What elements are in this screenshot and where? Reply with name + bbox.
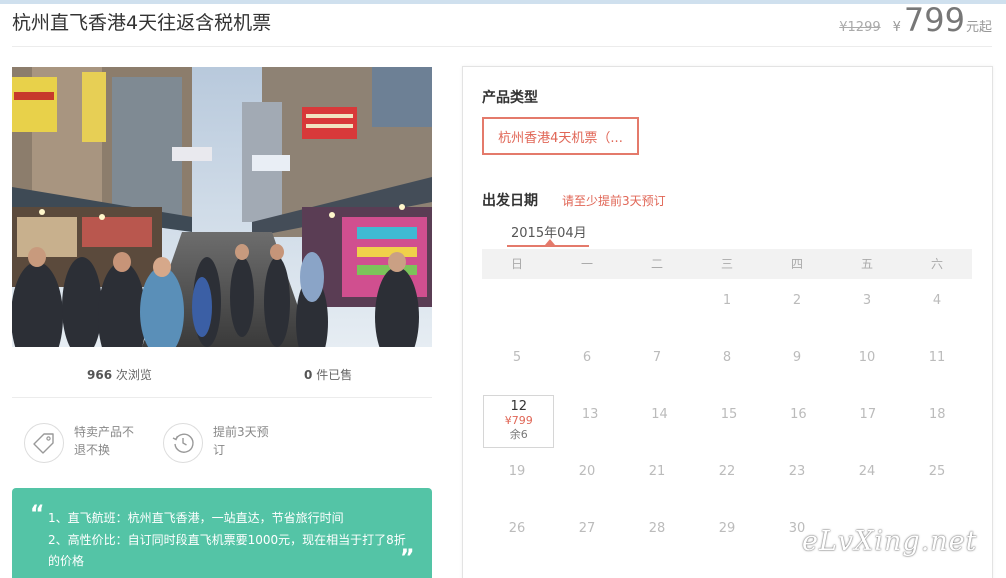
weekday-header: 日一二三四五六 xyxy=(482,249,972,279)
highlight-line-1: 1、直飞航班：杭州直飞香港，一站直达，节省旅行时间 xyxy=(48,511,344,525)
month-tab-underline xyxy=(507,245,589,247)
calendar-grid: 1 2 3 4 5 6 7 8 9 10 11 12 ¥799 余6 13 14 15 16 17 18 19 20 21 2… xyxy=(482,279,972,564)
stats-divider xyxy=(12,397,432,398)
calendar-day[interactable]: 2 xyxy=(762,279,832,336)
price-unit: 元起 xyxy=(965,20,992,35)
calendar-day[interactable]: 5 xyxy=(482,336,552,393)
price-tag-icon xyxy=(24,423,64,463)
calendar-day-available[interactable]: 12 ¥799 余6 xyxy=(483,395,555,448)
sold-label: 件已售 xyxy=(316,368,353,382)
header-divider xyxy=(12,46,992,47)
month-tab-caret xyxy=(545,239,555,245)
feature-no-refund-text: 特卖产品不退不换 xyxy=(74,425,135,457)
current-price: 799 xyxy=(903,1,965,39)
calendar-day[interactable]: 6 xyxy=(552,336,622,393)
product-type-label: 产品类型 xyxy=(482,90,538,106)
quote-close: ” xyxy=(400,546,415,571)
original-price: ¥1299 xyxy=(839,20,881,35)
sold-stat: 0 件已售 xyxy=(304,366,352,383)
views-count: 966 xyxy=(87,368,113,382)
calendar-day[interactable]: 21 xyxy=(622,450,692,507)
calendar-day[interactable]: 14 xyxy=(625,393,694,450)
weekday-label: 日 xyxy=(510,257,523,271)
highlights-box: “ 1、直飞航班：杭州直飞香港，一站直达，节省旅行时间 2、高性价比：自订同时段… xyxy=(12,488,432,578)
watermark: eLvXing.net xyxy=(802,526,978,557)
weekday-label: 四 xyxy=(790,257,803,271)
calendar-day[interactable]: 29 xyxy=(692,507,762,564)
calendar-day[interactable]: 28 xyxy=(622,507,692,564)
product-title: 杭州直飞香港4天往返含税机票 xyxy=(12,12,272,34)
weekday-label: 三 xyxy=(720,257,733,271)
feature-no-refund: 特卖产品不退不换 xyxy=(24,423,140,465)
calendar-empty-cell xyxy=(552,279,622,336)
views-stat: 966 次浏览 xyxy=(87,366,152,383)
booking-panel: 产品类型 杭州香港4天机票（... 出发日期 请至少提前3天预订 2015年04… xyxy=(462,66,993,578)
calendar-week-row: 12 ¥799 余6 13 14 15 16 17 18 xyxy=(482,393,972,450)
calendar-week-row: 1234 xyxy=(482,279,972,336)
calendar-empty-cell xyxy=(482,279,552,336)
weekday-label: 一 xyxy=(580,257,593,271)
booking-notice: 请至少提前3天预订 xyxy=(562,194,666,208)
price-box: ¥1299 ¥ 799 元起 xyxy=(839,2,992,38)
product-photo[interactable] xyxy=(12,67,432,347)
calendar-day[interactable]: 24 xyxy=(832,450,902,507)
day-price: ¥799 xyxy=(504,414,533,427)
calendar-day[interactable]: 17 xyxy=(833,393,902,450)
feature-advance-booking-text: 提前3天预订 xyxy=(213,425,269,457)
calendar-day[interactable]: 20 xyxy=(552,450,622,507)
calendar-day[interactable]: 16 xyxy=(764,393,833,450)
calendar-day[interactable]: 1 xyxy=(692,279,762,336)
calendar-day[interactable]: 8 xyxy=(692,336,762,393)
departure-date-label: 出发日期 xyxy=(482,193,538,209)
views-label: 次浏览 xyxy=(115,368,152,382)
weekday-label: 五 xyxy=(860,257,873,271)
calendar-week-row: 5 6 7 8 9 10 11 xyxy=(482,336,972,393)
calendar-day[interactable]: 23 xyxy=(762,450,832,507)
highlight-line-2: 2、高性价比：自订同时段直飞机票要1000元，现在相当于打了8折的价格 xyxy=(48,533,406,568)
quote-open: “ xyxy=(30,502,45,527)
product-type-option[interactable]: 杭州香港4天机票（... xyxy=(482,117,639,155)
feature-advance-booking: 提前3天预订 xyxy=(163,423,279,465)
clock-icon xyxy=(163,423,203,463)
weekday-label: 二 xyxy=(650,257,663,271)
calendar-day[interactable]: 4 xyxy=(902,279,972,336)
calendar-day[interactable]: 19 xyxy=(482,450,552,507)
calendar-day[interactable]: 26 xyxy=(482,507,552,564)
calendar-day[interactable]: 13 xyxy=(555,393,624,450)
weekday-label: 六 xyxy=(930,257,943,271)
calendar-day[interactable]: 18 xyxy=(903,393,972,450)
calendar-empty-cell xyxy=(622,279,692,336)
calendar-day[interactable]: 10 xyxy=(832,336,902,393)
calendar-day[interactable]: 9 xyxy=(762,336,832,393)
calendar-day[interactable]: 27 xyxy=(552,507,622,564)
product-stats: 966 次浏览 0 件已售 xyxy=(12,366,432,386)
calendar-day[interactable]: 7 xyxy=(622,336,692,393)
calendar-week-row: 19 20 21 22 23 24 25 xyxy=(482,450,972,507)
calendar-day[interactable]: 25 xyxy=(902,450,972,507)
day-stock: 余6 xyxy=(509,428,528,441)
day-number: 12 xyxy=(510,399,527,414)
calendar-day[interactable]: 3 xyxy=(832,279,902,336)
currency-symbol: ¥ xyxy=(892,20,901,35)
calendar-day[interactable]: 22 xyxy=(692,450,762,507)
calendar-day[interactable]: 15 xyxy=(694,393,763,450)
sold-count: 0 xyxy=(304,368,313,382)
calendar-day[interactable]: 11 xyxy=(902,336,972,393)
